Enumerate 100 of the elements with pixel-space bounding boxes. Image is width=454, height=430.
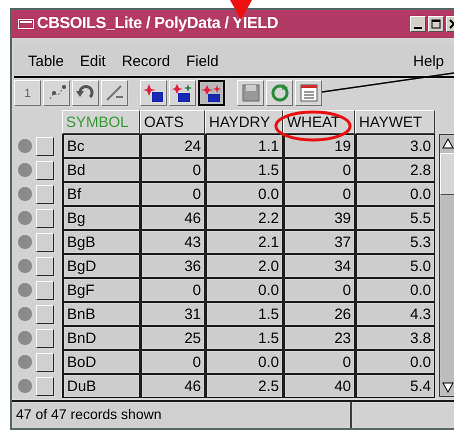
row-checkbox[interactable] <box>36 328 54 348</box>
table-cell: 4.3 <box>355 302 435 326</box>
column-header[interactable]: OATS <box>140 110 205 134</box>
table-cell: 0 <box>283 278 355 302</box>
table-cell: 0 <box>283 158 355 182</box>
table-cell: 39 <box>283 206 355 230</box>
record-indicator-icon <box>18 211 32 225</box>
table-cell: 0.0 <box>205 182 283 206</box>
table-cell: Bd <box>62 158 140 182</box>
table-cell: Bf <box>62 182 140 206</box>
table-cell: DuB <box>62 374 140 398</box>
stars-icon <box>200 83 222 103</box>
toolbar-button[interactable] <box>198 80 225 106</box>
table-cell: 43 <box>140 230 205 254</box>
table-cell: 2.0 <box>205 254 283 278</box>
table-cell: 2.8 <box>355 158 435 182</box>
table-cell: 26 <box>283 302 355 326</box>
record-indicator-icon <box>18 187 32 201</box>
table-cell: 37 <box>283 230 355 254</box>
table-cell: 0.0 <box>355 350 435 374</box>
table-cell: 1.1 <box>205 134 283 158</box>
record-indicator-icon <box>18 331 32 345</box>
table-cell: 5.3 <box>355 230 435 254</box>
column-header[interactable]: HAYDRY <box>205 110 283 134</box>
column-header[interactable]: HAYWET <box>355 110 435 134</box>
row-checkbox[interactable] <box>36 376 54 396</box>
pencil-icon <box>104 83 126 103</box>
record-indicator-icon <box>18 163 32 177</box>
menu-item[interactable]: Record <box>122 52 170 70</box>
record-indicator-icon <box>18 379 32 393</box>
table-cell: 36 <box>140 254 205 278</box>
toolbar-button[interactable]: 1 <box>14 80 41 106</box>
table-cell: BgB <box>62 230 140 254</box>
table-cell: 0.0 <box>205 278 283 302</box>
row-checkbox[interactable] <box>36 304 54 324</box>
list-icon <box>298 83 320 103</box>
menu-item[interactable]: Table <box>28 52 64 70</box>
table-cell: 46 <box>140 206 205 230</box>
row-checkbox[interactable] <box>36 136 54 156</box>
table-cell: BgF <box>62 278 140 302</box>
table-cell: BnB <box>62 302 140 326</box>
table-cell: 0 <box>140 350 205 374</box>
table-cell: 0.0 <box>355 278 435 302</box>
table-cell: Bg <box>62 206 140 230</box>
table-cell: 0 <box>283 182 355 206</box>
table-cell: 23 <box>283 326 355 350</box>
scroll-up-icon <box>441 137 454 149</box>
scrollbar[interactable] <box>439 134 454 397</box>
table-cell: 3.8 <box>355 326 435 350</box>
table-cell: BnD <box>62 326 140 350</box>
scroll-down-icon <box>441 382 454 394</box>
table-cell: 0 <box>140 278 205 302</box>
row-checkbox[interactable] <box>36 256 54 276</box>
row-checkbox[interactable] <box>36 232 54 252</box>
scrollbar-thumb[interactable] <box>440 153 454 195</box>
table-cell: 46 <box>140 374 205 398</box>
table-cell: 0 <box>140 158 205 182</box>
table-cell: 2.5 <box>205 374 283 398</box>
table-cell: 5.5 <box>355 206 435 230</box>
minimize-button[interactable] <box>410 16 426 32</box>
table-cell: BoD <box>62 350 140 374</box>
table-cell: 2.1 <box>205 230 283 254</box>
record-indicator-icon <box>18 139 32 153</box>
record-indicator-icon <box>18 355 32 369</box>
menu-item[interactable]: Field <box>186 52 219 70</box>
table-cell: 0 <box>140 182 205 206</box>
save-icon <box>240 83 262 103</box>
record-indicator-icon <box>18 283 32 297</box>
table-cell: 0 <box>283 350 355 374</box>
table-cell: 5.4 <box>355 374 435 398</box>
menu-item[interactable]: Edit <box>80 52 106 70</box>
table-cell: 0.0 <box>355 182 435 206</box>
table-cell: 40 <box>283 374 355 398</box>
window-icon <box>18 19 34 29</box>
row-checkbox[interactable] <box>36 184 54 204</box>
record-indicator-icon <box>18 259 32 273</box>
table-cell: 2.2 <box>205 206 283 230</box>
table-cell: 1.5 <box>205 326 283 350</box>
record-indicator-icon <box>18 235 32 249</box>
row-checkbox[interactable] <box>36 208 54 228</box>
table-cell: 3.0 <box>355 134 435 158</box>
table-cell: 34 <box>283 254 355 278</box>
maximize-icon <box>431 19 441 29</box>
table-cell: BgD <box>62 254 140 278</box>
table-cell: 24 <box>140 134 205 158</box>
table-cell: Bc <box>62 134 140 158</box>
window-title: CBSOILS_Lite / PolyData / YIELD <box>37 15 278 33</box>
table-cell: 1.5 <box>205 302 283 326</box>
record-indicator-icon <box>18 307 32 321</box>
row-checkbox[interactable] <box>36 160 54 180</box>
row-checkbox[interactable] <box>36 352 54 372</box>
maximize-button[interactable] <box>428 16 444 32</box>
table-cell: 0.0 <box>205 350 283 374</box>
menu-item[interactable]: Help <box>413 52 444 70</box>
table-cell: 25 <box>140 326 205 350</box>
refresh-icon <box>268 83 290 103</box>
row-checkbox[interactable] <box>36 280 54 300</box>
minimize-icon <box>414 27 422 29</box>
table-cell: 1.5 <box>205 158 283 182</box>
table-cell: 31 <box>140 302 205 326</box>
